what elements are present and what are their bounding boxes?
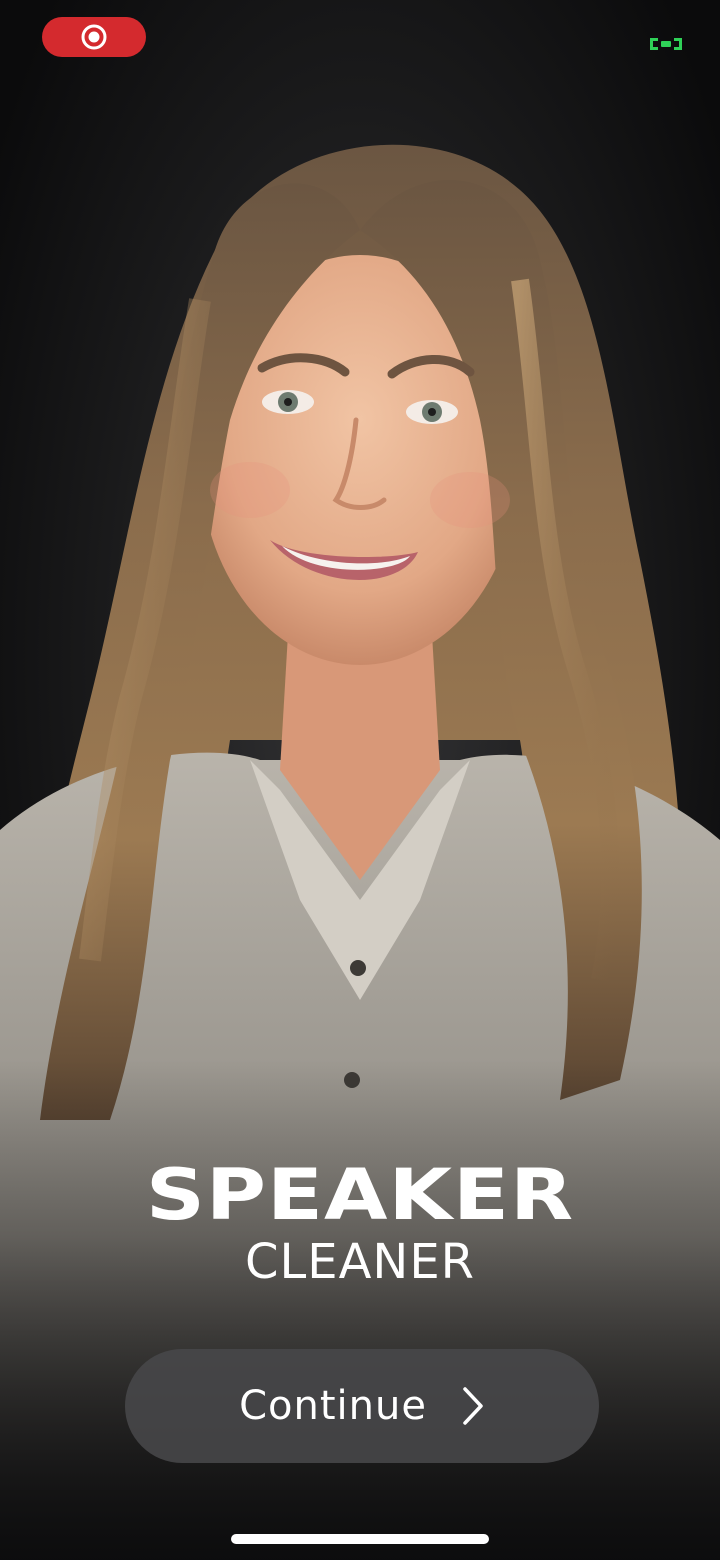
status-indicator-icon <box>650 38 682 50</box>
app-title: SPEAKER CLEANER <box>0 1150 720 1290</box>
app-title-main: SPEAKER <box>145 1154 575 1237</box>
continue-button-label: Continue <box>239 1383 427 1429</box>
home-indicator[interactable] <box>231 1534 489 1544</box>
onboarding-screen: SPEAKER CLEANER Continue <box>0 0 720 1560</box>
screen-record-indicator[interactable] <box>42 17 146 57</box>
continue-button[interactable]: Continue <box>125 1349 599 1463</box>
hero-portrait-image <box>0 0 720 1560</box>
chevron-right-icon <box>463 1387 483 1425</box>
app-title-sub: CLEANER <box>244 1234 475 1290</box>
screen-record-icon <box>81 24 107 50</box>
